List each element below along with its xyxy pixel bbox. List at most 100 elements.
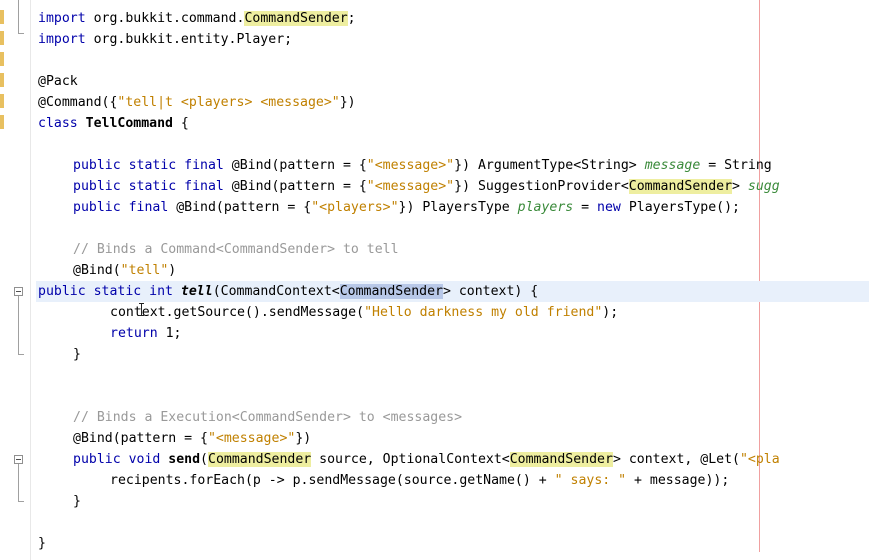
code-token: = String — [700, 158, 772, 173]
code-token: "<pla — [739, 452, 780, 467]
code-editor[interactable]: import org.bukkit.command.CommandSender;… — [36, 8, 869, 554]
code-token: > context, @Let( — [612, 452, 740, 467]
change-marker — [0, 73, 4, 87]
code-line[interactable]: @Command({"tell|t <players> <message>"}) — [38, 92, 869, 113]
change-marker — [0, 52, 4, 66]
code-token: return — [110, 326, 166, 341]
fold-end-marker — [18, 501, 24, 502]
code-token: // Binds a Command<CommandSender> to tel… — [73, 242, 399, 257]
code-token: context.getSource().sendMessage( — [110, 305, 365, 320]
change-marker — [0, 31, 4, 45]
code-line[interactable]: public void send(CommandSender source, O… — [38, 449, 869, 470]
code-token: org.bukkit.command. — [93, 11, 245, 26]
code-token: public final — [73, 200, 177, 215]
code-token: } — [73, 347, 81, 362]
code-line[interactable] — [38, 365, 869, 386]
code-token: public static final — [73, 158, 232, 173]
code-token: recipents.forEach(p -> p.sendMessage(sou… — [110, 473, 555, 488]
code-token: CommandSender — [339, 284, 443, 299]
code-token: + message)); — [626, 473, 730, 488]
code-line[interactable]: @Bind("tell") — [38, 260, 869, 281]
change-marker — [0, 10, 4, 24]
fold-toggle-icon[interactable] — [14, 455, 23, 464]
code-line[interactable]: @Pack — [38, 71, 869, 92]
code-token: " says: " — [554, 473, 627, 488]
code-token: @Bind(pattern = { — [176, 200, 312, 215]
code-token: ); — [602, 305, 619, 320]
code-token: }) ArgumentType<String> — [454, 158, 645, 173]
code-line[interactable]: import org.bukkit.command.CommandSender; — [38, 8, 869, 29]
code-line[interactable]: class TellCommand { — [38, 113, 869, 134]
code-line[interactable] — [38, 386, 869, 407]
fold-guide — [18, 464, 19, 501]
code-token: { — [172, 116, 189, 131]
code-token: "<players>" — [311, 200, 399, 215]
code-token: > context) { — [442, 284, 539, 299]
code-token: PlayersType(); — [628, 200, 740, 215]
code-line[interactable]: } — [38, 344, 869, 365]
fold-toggle-icon[interactable] — [14, 287, 23, 296]
code-token: tell — [180, 284, 213, 299]
code-token: @Command({ — [38, 95, 118, 110]
gutter-separator — [30, 0, 31, 560]
code-line[interactable] — [38, 134, 869, 155]
code-line[interactable]: public static int tell(CommandContext<Co… — [36, 281, 869, 302]
code-token: 1; — [165, 326, 182, 341]
code-line[interactable]: import org.bukkit.entity.Player; — [38, 29, 869, 50]
editor-gutter — [0, 0, 31, 560]
code-token: @Bind(pattern = { — [73, 431, 208, 446]
fold-guide — [18, 0, 19, 33]
code-token: CommandSender — [208, 452, 312, 467]
code-line[interactable]: context.getSource().sendMessage("Hello d… — [38, 302, 869, 323]
code-token: CommandSender — [628, 179, 733, 194]
code-token: @Pack — [38, 74, 78, 89]
fold-end-marker — [18, 33, 24, 34]
code-token: CommandSender — [509, 452, 613, 467]
code-token: } — [38, 536, 46, 551]
code-token: "tell" — [120, 263, 169, 278]
code-token: new — [597, 200, 629, 215]
code-token: message — [644, 158, 701, 173]
code-token: public static int — [38, 284, 181, 299]
code-token: @Bind( — [73, 263, 121, 278]
code-token: // Binds a Execution<CommandSender> to <… — [73, 410, 463, 425]
code-line[interactable] — [38, 50, 869, 71]
code-token: "<message>" — [207, 431, 296, 446]
text-cursor-icon — [139, 303, 144, 316]
code-line[interactable]: } — [38, 491, 869, 512]
code-line[interactable]: public static final @Bind(pattern = {"<m… — [38, 155, 869, 176]
code-token: sugg — [747, 179, 780, 194]
code-token: "<message>" — [366, 158, 455, 173]
fold-guide — [18, 296, 19, 354]
code-token: "<message>" — [366, 179, 455, 194]
code-token: @Bind(pattern = { — [231, 158, 367, 173]
code-line[interactable]: return 1; — [38, 323, 869, 344]
code-token: org.bukkit.entity.Player; — [93, 32, 293, 47]
code-line[interactable]: public static final @Bind(pattern = {"<m… — [38, 176, 869, 197]
code-token: } — [73, 494, 81, 509]
change-marker — [0, 115, 4, 129]
change-marker — [0, 94, 4, 108]
code-line[interactable]: recipents.forEach(p -> p.sendMessage(sou… — [38, 470, 869, 491]
code-line[interactable]: public final @Bind(pattern = {"<players>… — [38, 197, 869, 218]
code-token: import — [38, 32, 94, 47]
code-token: source, OptionalContext< — [311, 452, 510, 467]
code-token: ; — [347, 11, 356, 26]
code-line[interactable]: @Bind(pattern = {"<message>"}) — [38, 428, 869, 449]
code-line[interactable]: } — [38, 533, 869, 554]
code-token: players — [517, 200, 574, 215]
code-token: > — [732, 179, 748, 194]
code-line[interactable]: // Binds a Command<CommandSender> to tel… — [38, 239, 869, 260]
code-line[interactable] — [38, 218, 869, 239]
code-token: class — [38, 116, 86, 131]
code-token: }) — [295, 431, 312, 446]
code-line[interactable]: // Binds a Execution<CommandSender> to <… — [38, 407, 869, 428]
code-line[interactable] — [38, 512, 869, 533]
code-token: (CommandContext< — [212, 284, 340, 299]
code-token: }) PlayersType — [398, 200, 518, 215]
code-token: TellCommand — [85, 116, 173, 131]
code-token: public void — [73, 452, 169, 467]
code-token: ( — [200, 452, 208, 467]
code-token: import — [38, 11, 94, 26]
code-token: = — [573, 200, 598, 215]
